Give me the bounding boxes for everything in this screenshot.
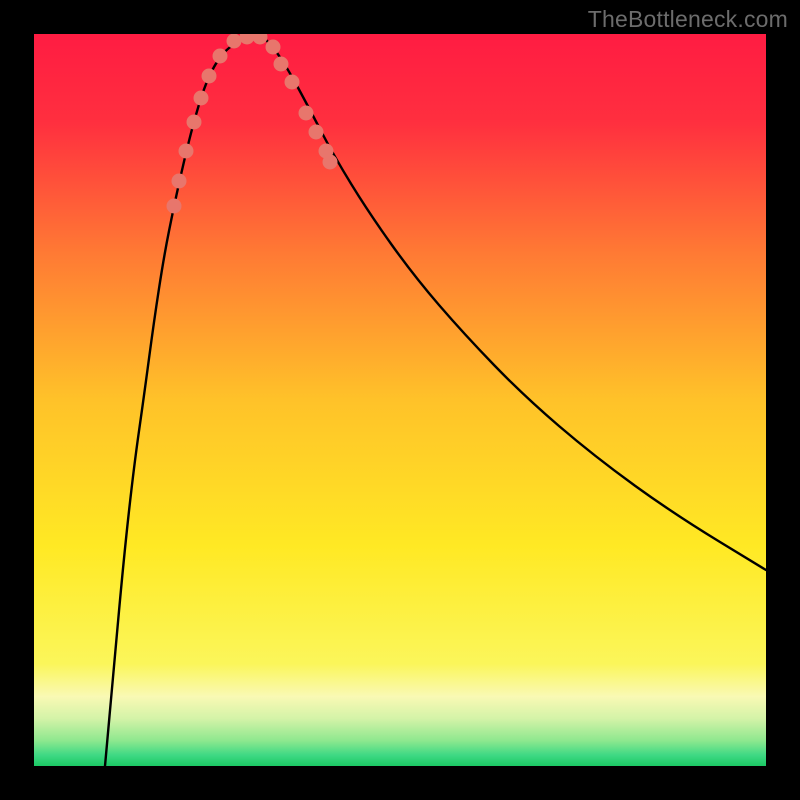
data-marker <box>227 34 242 49</box>
data-marker <box>274 57 289 72</box>
data-marker <box>167 199 182 214</box>
data-marker <box>266 40 281 55</box>
data-marker <box>213 49 228 64</box>
data-marker <box>179 144 194 159</box>
data-markers <box>167 34 338 214</box>
data-marker <box>194 91 209 106</box>
data-marker <box>285 75 300 90</box>
left-curve <box>105 38 244 766</box>
data-marker <box>253 34 268 45</box>
data-marker <box>240 34 255 45</box>
data-marker <box>323 155 338 170</box>
chart-overlay <box>34 34 766 766</box>
watermark-text: TheBottleneck.com <box>588 6 788 33</box>
data-marker <box>309 125 324 140</box>
chart-frame <box>34 34 766 766</box>
data-marker <box>187 115 202 130</box>
data-marker <box>172 174 187 189</box>
right-curve <box>264 38 766 570</box>
data-marker <box>202 69 217 84</box>
data-marker <box>299 106 314 121</box>
